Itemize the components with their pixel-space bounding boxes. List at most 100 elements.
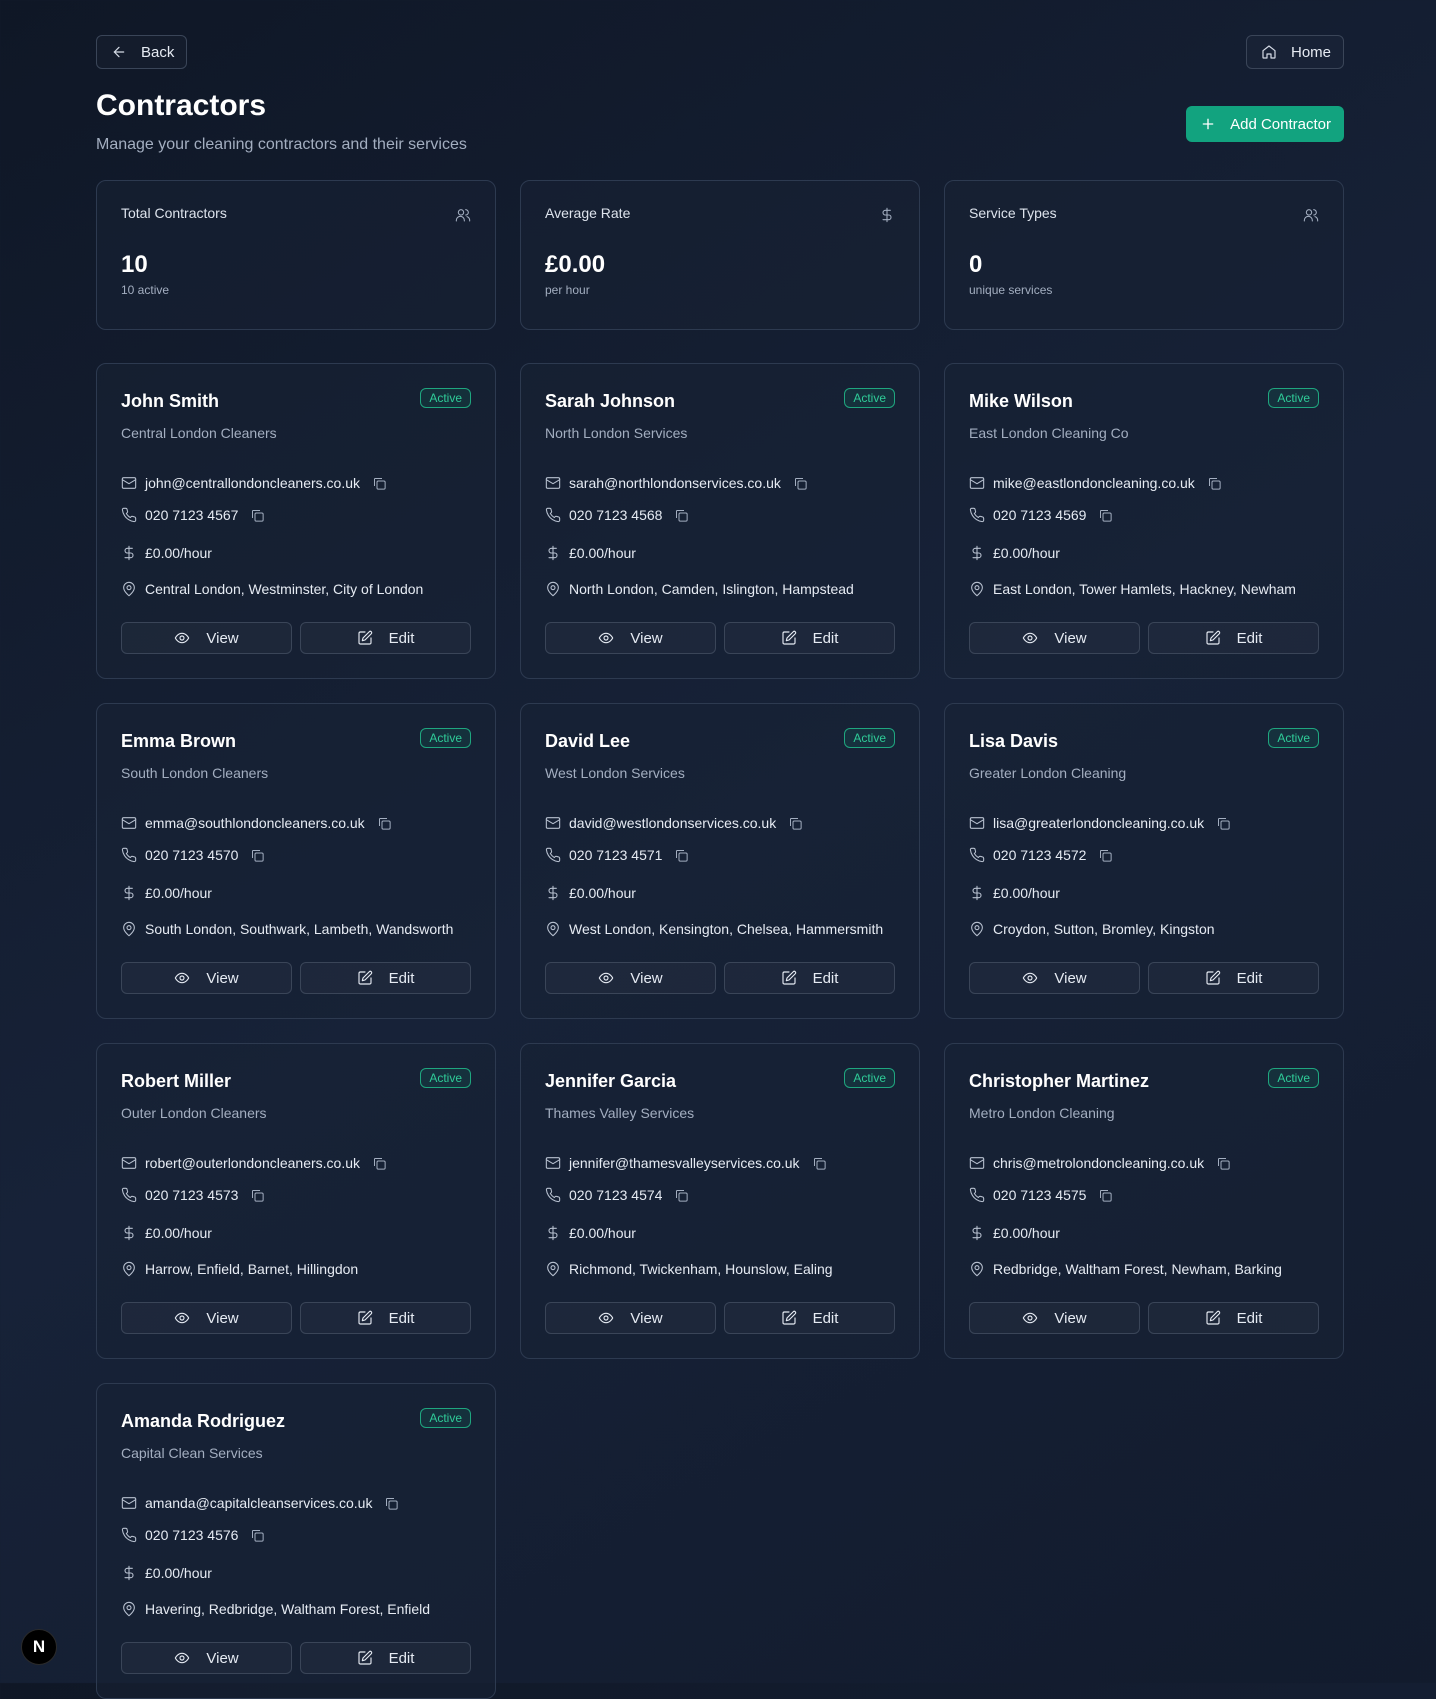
copy-icon[interactable] xyxy=(250,1188,265,1203)
copy-icon[interactable] xyxy=(1098,848,1113,863)
home-button[interactable]: Home xyxy=(1245,35,1344,69)
areas-row: North London, Camden, Islington, Hampste… xyxy=(545,579,895,599)
contractor-rate: £0.00/hour xyxy=(145,885,212,901)
edit-button[interactable]: Edit xyxy=(724,1302,895,1334)
back-button[interactable]: Back xyxy=(96,35,188,69)
copy-icon[interactable] xyxy=(250,848,265,863)
copy-icon[interactable] xyxy=(377,816,392,831)
contractor-name: John Smith xyxy=(121,391,219,411)
card-actions: View Edit xyxy=(121,1302,471,1334)
contractor-rate: £0.00/hour xyxy=(569,545,636,561)
copy-icon[interactable] xyxy=(1098,508,1113,523)
copy-icon[interactable] xyxy=(812,1156,827,1171)
contractor-card: Emma Brown Active South London Cleaners … xyxy=(96,703,496,1019)
view-button[interactable]: View xyxy=(121,1642,292,1674)
copy-icon[interactable] xyxy=(250,1528,265,1543)
map-pin-icon xyxy=(547,1261,559,1277)
stat-card-total-contractors: Total Contractors 10 10 active xyxy=(96,180,496,330)
contractor-company: West London Services xyxy=(545,765,685,781)
edit-icon xyxy=(781,970,796,985)
contractor-grid: John Smith Active Central London Cleaner… xyxy=(96,363,1344,1699)
contractor-rate: £0.00/hour xyxy=(993,545,1060,561)
email-row: david@westlondonservices.co.uk xyxy=(545,813,895,833)
areas-row: East London, Tower Hamlets, Hackney, New… xyxy=(969,579,1319,599)
contractor-phone: 020 7123 4575 xyxy=(993,1187,1087,1203)
card-actions: View Edit xyxy=(969,1302,1319,1334)
copy-icon[interactable] xyxy=(384,1496,399,1511)
edit-button[interactable]: Edit xyxy=(1148,622,1319,654)
phone-row: 020 7123 4571 xyxy=(545,845,895,865)
edit-button[interactable]: Edit xyxy=(300,1302,471,1334)
view-button[interactable]: View xyxy=(121,962,292,994)
view-button[interactable]: View xyxy=(545,1302,716,1334)
view-label: View xyxy=(206,629,239,647)
copy-icon[interactable] xyxy=(674,508,689,523)
contractors-page: Back Home Contractors Manage your cleani… xyxy=(96,34,1344,1699)
contractor-card: Christopher Martinez Active Metro London… xyxy=(944,1043,1344,1359)
copy-icon[interactable] xyxy=(674,1188,689,1203)
view-button[interactable]: View xyxy=(121,622,292,654)
copy-icon[interactable] xyxy=(788,816,803,831)
rate-row: £0.00/hour xyxy=(969,1223,1319,1243)
copy-icon[interactable] xyxy=(1216,816,1231,831)
edit-button[interactable]: Edit xyxy=(724,622,895,654)
dev-badge[interactable]: N xyxy=(21,1629,57,1665)
contractor-card: Robert Miller Active Outer London Cleane… xyxy=(96,1043,496,1359)
phone-icon xyxy=(969,847,985,863)
contractor-card: Jennifer Garcia Active Thames Valley Ser… xyxy=(520,1043,920,1359)
contractor-phone: 020 7123 4572 xyxy=(993,847,1087,863)
stat-value: 0 xyxy=(969,251,983,278)
status-badge: Active xyxy=(420,728,471,748)
stat-sub: 10 active xyxy=(121,283,170,297)
phone-row: 020 7123 4572 xyxy=(969,845,1319,865)
rate-row: £0.00/hour xyxy=(121,543,471,563)
eye-icon xyxy=(1023,1312,1038,1324)
eye-icon xyxy=(1023,972,1038,984)
edit-label: Edit xyxy=(388,1649,415,1667)
home-icon xyxy=(1262,45,1276,59)
edit-icon xyxy=(357,970,372,985)
edit-button[interactable]: Edit xyxy=(1148,1302,1319,1334)
add-contractor-label: Add Contractor xyxy=(1230,115,1331,133)
view-button[interactable]: View xyxy=(121,1302,292,1334)
copy-icon[interactable] xyxy=(793,476,808,491)
rate-row: £0.00/hour xyxy=(545,1223,895,1243)
status-badge: Active xyxy=(844,388,895,408)
add-contractor-button[interactable]: Add Contractor xyxy=(1186,106,1344,142)
contractor-name: Jennifer Garcia xyxy=(545,1071,677,1091)
stat-label: Average Rate xyxy=(545,205,631,221)
edit-button[interactable]: Edit xyxy=(300,962,471,994)
edit-icon xyxy=(357,1310,372,1325)
page-subtitle: Manage your cleaning contractors and the… xyxy=(96,136,467,153)
contractor-email: david@westlondonservices.co.uk xyxy=(569,815,777,831)
contractor-card: David Lee Active West London Services da… xyxy=(520,703,920,1019)
eye-icon xyxy=(599,632,614,644)
copy-icon[interactable] xyxy=(1216,1156,1231,1171)
contractor-name: Robert Miller xyxy=(121,1071,232,1091)
copy-icon[interactable] xyxy=(372,476,387,491)
rate-row: £0.00/hour xyxy=(545,883,895,903)
copy-icon[interactable] xyxy=(674,848,689,863)
view-button[interactable]: View xyxy=(969,1302,1140,1334)
contractor-phone: 020 7123 4568 xyxy=(569,507,663,523)
copy-icon[interactable] xyxy=(1098,1188,1113,1203)
copy-icon[interactable] xyxy=(372,1156,387,1171)
map-pin-icon xyxy=(123,581,135,597)
view-button[interactable]: View xyxy=(545,962,716,994)
page-title: Contractors xyxy=(96,89,267,122)
edit-label: Edit xyxy=(388,969,415,987)
edit-button[interactable]: Edit xyxy=(300,622,471,654)
contractor-phone: 020 7123 4567 xyxy=(145,507,239,523)
plus-icon xyxy=(1202,118,1214,130)
view-button[interactable]: View xyxy=(545,622,716,654)
view-button[interactable]: View xyxy=(969,962,1140,994)
edit-button[interactable]: Edit xyxy=(300,1642,471,1674)
map-pin-icon xyxy=(971,581,983,597)
view-button[interactable]: View xyxy=(969,622,1140,654)
copy-icon[interactable] xyxy=(1207,476,1222,491)
edit-button[interactable]: Edit xyxy=(1148,962,1319,994)
mail-icon xyxy=(545,1157,561,1169)
contractor-phone: 020 7123 4571 xyxy=(569,847,663,863)
edit-button[interactable]: Edit xyxy=(724,962,895,994)
copy-icon[interactable] xyxy=(250,508,265,523)
